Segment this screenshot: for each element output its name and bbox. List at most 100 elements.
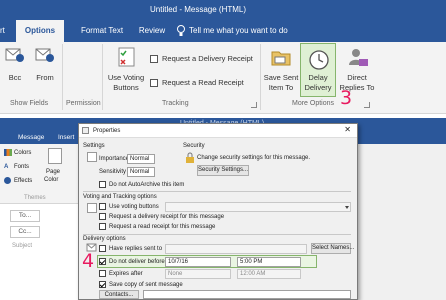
bcc-label: Bcc [8, 73, 22, 82]
voting-header: Voting and Tracking options [83, 194, 157, 200]
voting-divider [83, 191, 351, 192]
voting-label-line2: Buttons [113, 83, 139, 92]
delay-delivery-label-line1: Delay [308, 73, 328, 82]
effects-icon [4, 177, 11, 184]
autoarchive-checkbox[interactable] [99, 181, 106, 188]
close-icon[interactable]: ✕ [344, 126, 351, 134]
lightbulb-icon [176, 25, 186, 37]
separator [62, 44, 63, 110]
tab-format-text[interactable]: Format Text [70, 20, 134, 42]
dialog-title: Properties [93, 128, 121, 134]
separator [260, 44, 261, 110]
dialog-launcher-icon[interactable] [364, 102, 370, 108]
delivery-receipt-label: Request a Delivery Receipt [162, 54, 253, 63]
from-icon [35, 46, 55, 64]
select-names-button[interactable]: Select Names... [311, 243, 354, 254]
save-sent-label-line2: Item To [268, 83, 294, 92]
have-replies-checkbox[interactable] [99, 245, 106, 252]
dialog-title-bar: Properties ✕ [79, 124, 357, 138]
sensitivity-label: Sensitivity [99, 169, 127, 175]
contacts-input[interactable] [143, 290, 351, 299]
ribbon-body: Bcc From Show Fields Permission Use Voti… [0, 42, 446, 114]
save-sent-label-line1: Save Sent [263, 73, 299, 82]
contacts-button[interactable]: Contacts... [99, 290, 139, 299]
bcc-icon [5, 46, 25, 64]
tab-insert-partial[interactable]: rt [0, 20, 14, 42]
save-sent-item-button[interactable]: Save Sent Item To [262, 44, 298, 96]
group-more-options-label: More Options [292, 100, 335, 107]
security-settings-button[interactable]: Security Settings... [197, 165, 249, 176]
dialog-launcher-icon[interactable] [251, 102, 257, 108]
do-not-deliver-checkbox[interactable] [99, 258, 106, 265]
ribbon-tabs: rt Options Format Text Review Tell me wh… [0, 20, 446, 42]
expires-time-select[interactable]: 12:00 AM [237, 269, 301, 279]
read-receipt-checkbox-dlg[interactable] [99, 223, 106, 230]
bcc-button[interactable]: Bcc [2, 44, 28, 84]
save-copy-checkbox[interactable] [99, 281, 106, 288]
group-themes-label: Themes [24, 195, 46, 201]
read-receipt-checkbox[interactable] [150, 79, 158, 87]
delay-delivery-label-line2: Delivery [304, 83, 332, 92]
page-color-icon [48, 148, 62, 164]
use-voting-checkbox[interactable] [99, 203, 106, 210]
page-color-label-1: Page [46, 169, 61, 175]
colors-icon [4, 149, 12, 156]
settings-icon [87, 152, 97, 162]
voting-options-icon [87, 203, 97, 213]
group-tracking-label: Tracking [162, 100, 189, 107]
voting-label-line1: Use Voting [107, 73, 145, 82]
expires-date-select[interactable]: None [165, 269, 231, 279]
direct-replies-person-icon [347, 47, 369, 69]
sensitivity-select[interactable]: Normal [127, 167, 155, 177]
group-show-fields-label: Show Fields [10, 100, 49, 107]
delay-delivery-button[interactable]: Delay Delivery [300, 43, 336, 97]
direct-replies-label-line2: Replies To [339, 83, 375, 92]
lock-icon [185, 152, 195, 163]
security-text: Change security settings for this messag… [197, 155, 311, 161]
page-color-button[interactable]: Page Color [44, 146, 68, 188]
delivery-receipt-checkbox[interactable] [150, 55, 158, 63]
tell-me-text: Tell me what you want to do [189, 26, 288, 35]
ribbon-body-2: Colors A Fonts Effects Page Color Themes [0, 144, 86, 204]
deliver-time-select[interactable]: 5:00 PM [237, 257, 301, 267]
cc-button[interactable]: Cc... [10, 226, 40, 238]
voting-checklist-icon [117, 46, 137, 68]
screenshot-root: Untitled - Message (HTML) rt Options For… [0, 0, 446, 300]
use-voting-label: Use voting buttons [109, 204, 159, 210]
tab-review[interactable]: Review [134, 20, 170, 42]
do-not-deliver-label: Do not deliver before [109, 259, 165, 265]
tab-insert[interactable]: Insert [58, 134, 74, 141]
importance-select[interactable]: Normal [127, 154, 155, 164]
step-4-number: 4 [82, 250, 95, 272]
message-form: To... Cc... Subject 4 [0, 204, 86, 300]
security-header: Security [183, 143, 205, 149]
properties-dialog: Properties ✕ Settings Importance Normal … [78, 123, 358, 300]
deliver-date-select[interactable]: 10/7/16 [165, 257, 231, 267]
fonts-icon: A [4, 164, 9, 170]
fonts-label: Fonts [14, 164, 30, 170]
group-permission-label: Permission [66, 100, 101, 107]
read-receipt-label-dlg: Request a read receipt for this message [109, 224, 216, 230]
use-voting-buttons-button[interactable]: Use Voting Buttons [104, 44, 148, 96]
to-button[interactable]: To... [10, 210, 40, 222]
tab-message[interactable]: Message [18, 134, 44, 141]
subject-label: Subject [12, 243, 33, 249]
save-folder-icon [271, 48, 291, 66]
voting-choices-select[interactable] [165, 202, 351, 212]
tab-options[interactable]: Options [16, 20, 64, 42]
colors-label: Colors [14, 150, 32, 156]
effects-label: Effects [14, 178, 33, 184]
from-label: From [36, 73, 54, 82]
direct-replies-label-line1: Direct [347, 73, 367, 82]
reply-to-input[interactable] [165, 244, 307, 254]
from-button[interactable]: From [30, 44, 60, 84]
properties-icon [82, 127, 89, 134]
direct-replies-button[interactable]: Direct Replies To [338, 44, 376, 96]
autoarchive-label: Do not AutoArchive this item [109, 182, 185, 188]
expires-after-checkbox[interactable] [99, 270, 106, 277]
title-bar: Untitled - Message (HTML) [0, 0, 446, 20]
delivery-receipt-checkbox-dlg[interactable] [99, 213, 106, 220]
save-copy-label: Save copy of sent message [109, 282, 183, 288]
expires-after-label: Expires after [109, 271, 143, 277]
importance-label: Importance [99, 156, 130, 162]
